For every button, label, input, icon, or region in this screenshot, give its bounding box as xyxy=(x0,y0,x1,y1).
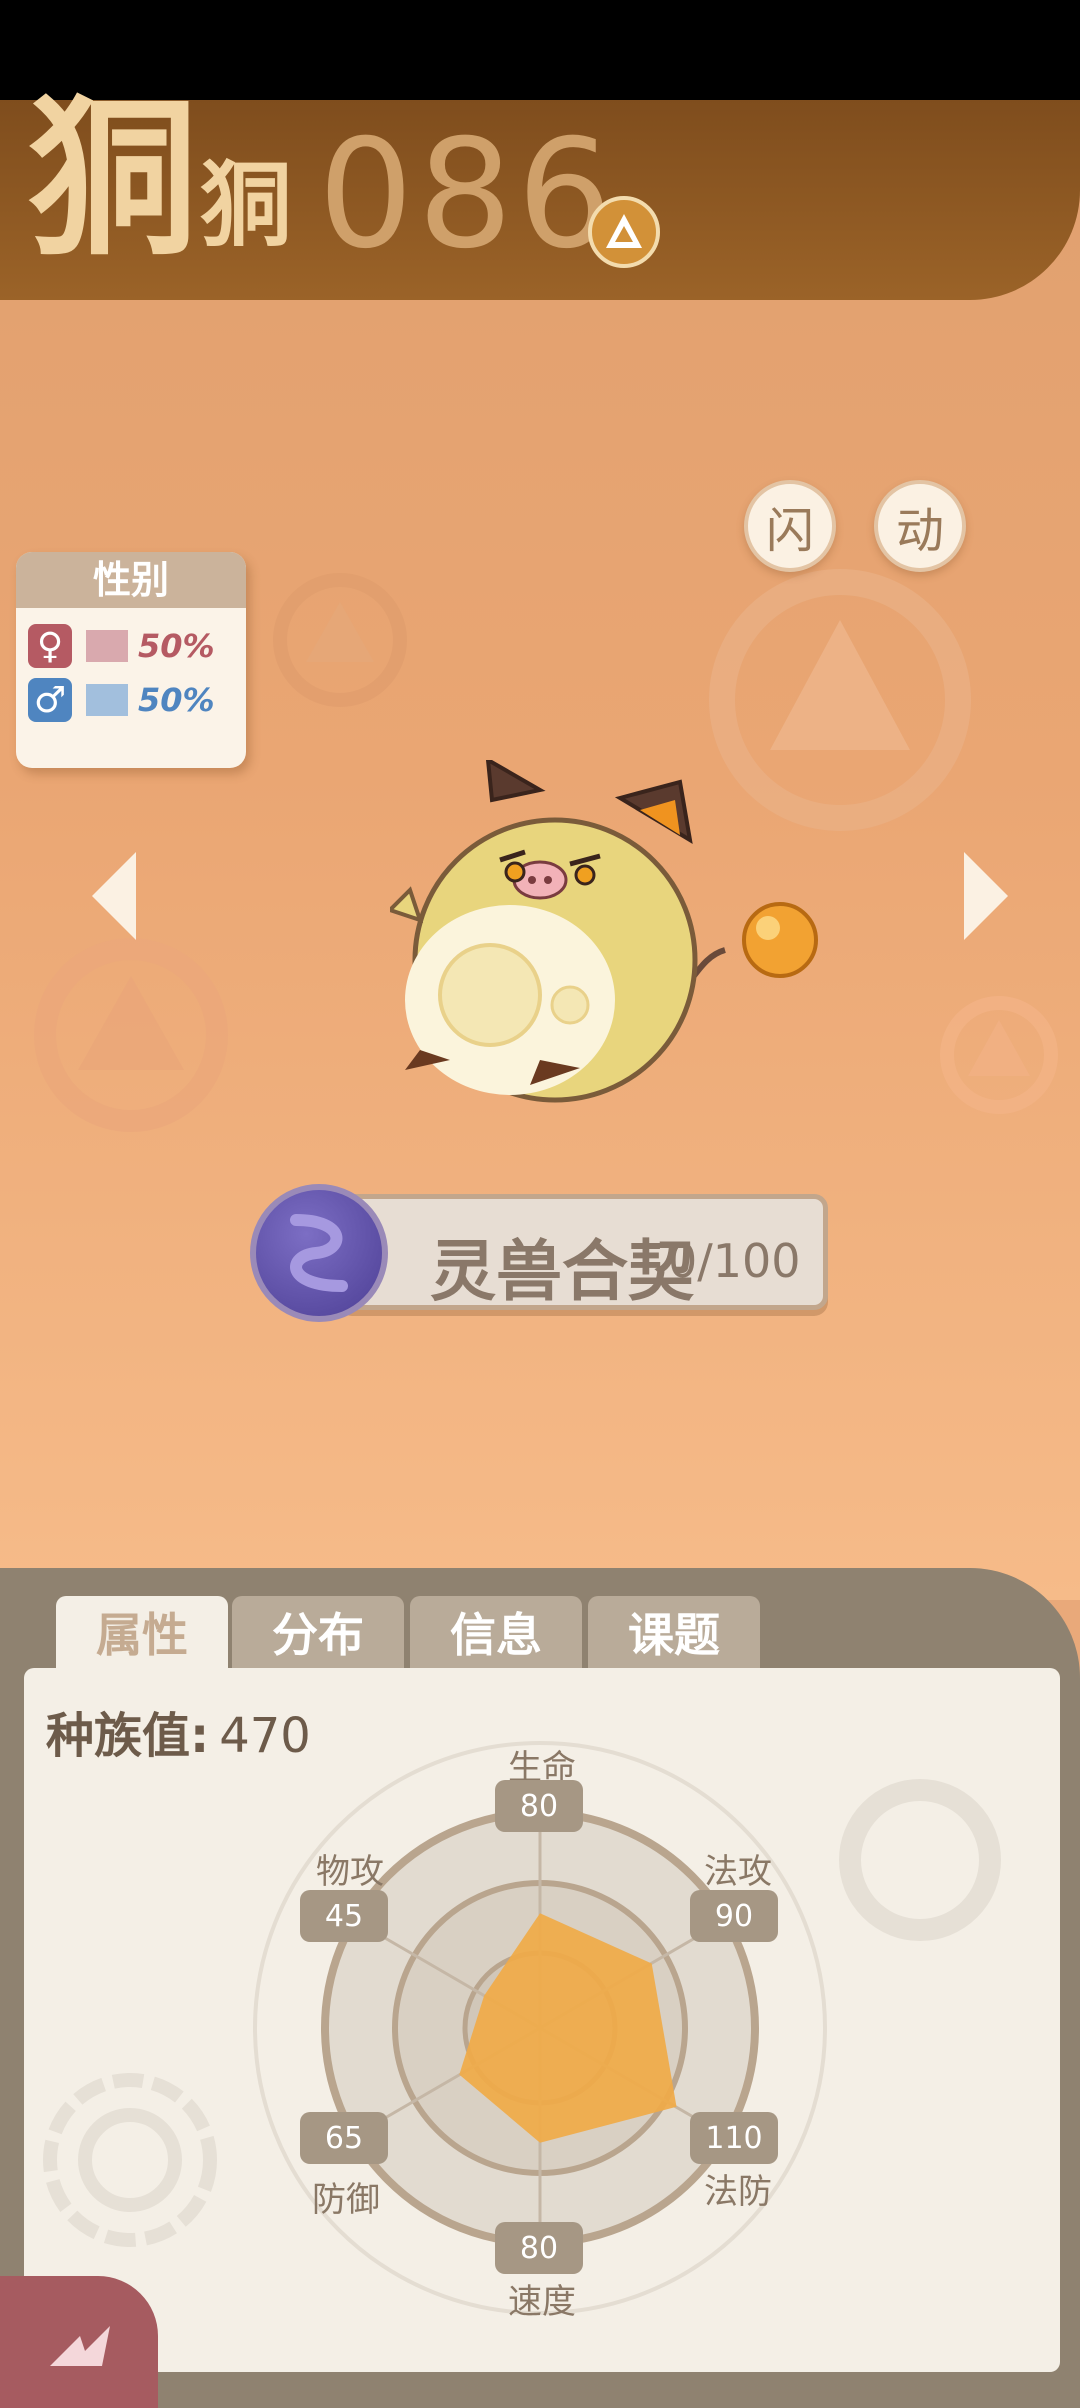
female-ratio-bar xyxy=(86,630,128,662)
pact-label: 灵兽合契 xyxy=(430,1233,694,1310)
stat-label-magic-defense: 法防 xyxy=(704,2172,772,2212)
gender-header: 性别 xyxy=(16,552,246,608)
stat-value-magic-defense: 110 xyxy=(690,2112,778,2164)
stat-value-speed: 80 xyxy=(495,2222,583,2274)
animate-button[interactable]: 动 xyxy=(874,480,966,572)
stat-value-hp: 80 xyxy=(495,1780,583,1832)
tab-distribution[interactable]: 分布 xyxy=(232,1596,404,1668)
gender-female-row: ♀ 50% xyxy=(28,622,215,670)
stat-label-physical-attack: 物攻 xyxy=(316,1852,384,1892)
emblem-decoration xyxy=(273,573,407,707)
ring-decoration xyxy=(43,2073,217,2247)
gender-male-row: ♂ 50% xyxy=(28,676,215,724)
tab-attributes[interactable]: 属性 xyxy=(56,1596,228,1668)
stat-value-defense: 65 xyxy=(300,2112,388,2164)
next-arrow-icon[interactable] xyxy=(964,852,1008,940)
female-percent: 50% xyxy=(138,627,215,665)
stat-value-magic-attack: 90 xyxy=(690,1890,778,1942)
type-icon[interactable] xyxy=(588,196,660,268)
pet-number: 086 xyxy=(318,108,617,282)
pet-name-small: 狪 xyxy=(200,152,293,259)
pet-illustration xyxy=(390,760,818,1103)
pact-orb-icon xyxy=(250,1184,388,1322)
tab-info[interactable]: 信息 xyxy=(410,1596,582,1668)
stat-label-defense: 防御 xyxy=(312,2180,380,2220)
emblem-decoration xyxy=(940,996,1058,1114)
gender-card: 性别 ♀ 50% ♂ 50% xyxy=(16,552,246,768)
pet-name-large: 狪 xyxy=(28,81,199,279)
ring-decoration xyxy=(839,1779,1001,1941)
race-total-label: 种族值: xyxy=(46,1708,210,1764)
triangle-type-icon xyxy=(606,214,642,248)
previous-arrow-icon[interactable] xyxy=(92,852,136,940)
stat-value-physical-attack: 45 xyxy=(300,1890,388,1942)
male-ratio-bar xyxy=(86,684,128,716)
back-button[interactable] xyxy=(0,2276,158,2408)
pact-count: 0/100 xyxy=(668,1234,801,1288)
tab-tasks[interactable]: 课题 xyxy=(588,1596,760,1668)
stat-label-magic-attack: 法攻 xyxy=(704,1852,772,1892)
emblem-decoration xyxy=(34,938,228,1132)
back-arrow-icon xyxy=(50,2326,110,2366)
female-icon: ♀ xyxy=(28,624,72,668)
stat-label-speed: 速度 xyxy=(508,2282,576,2322)
shiny-button[interactable]: 闪 xyxy=(744,480,836,572)
male-percent: 50% xyxy=(138,681,215,719)
male-icon: ♂ xyxy=(28,678,72,722)
